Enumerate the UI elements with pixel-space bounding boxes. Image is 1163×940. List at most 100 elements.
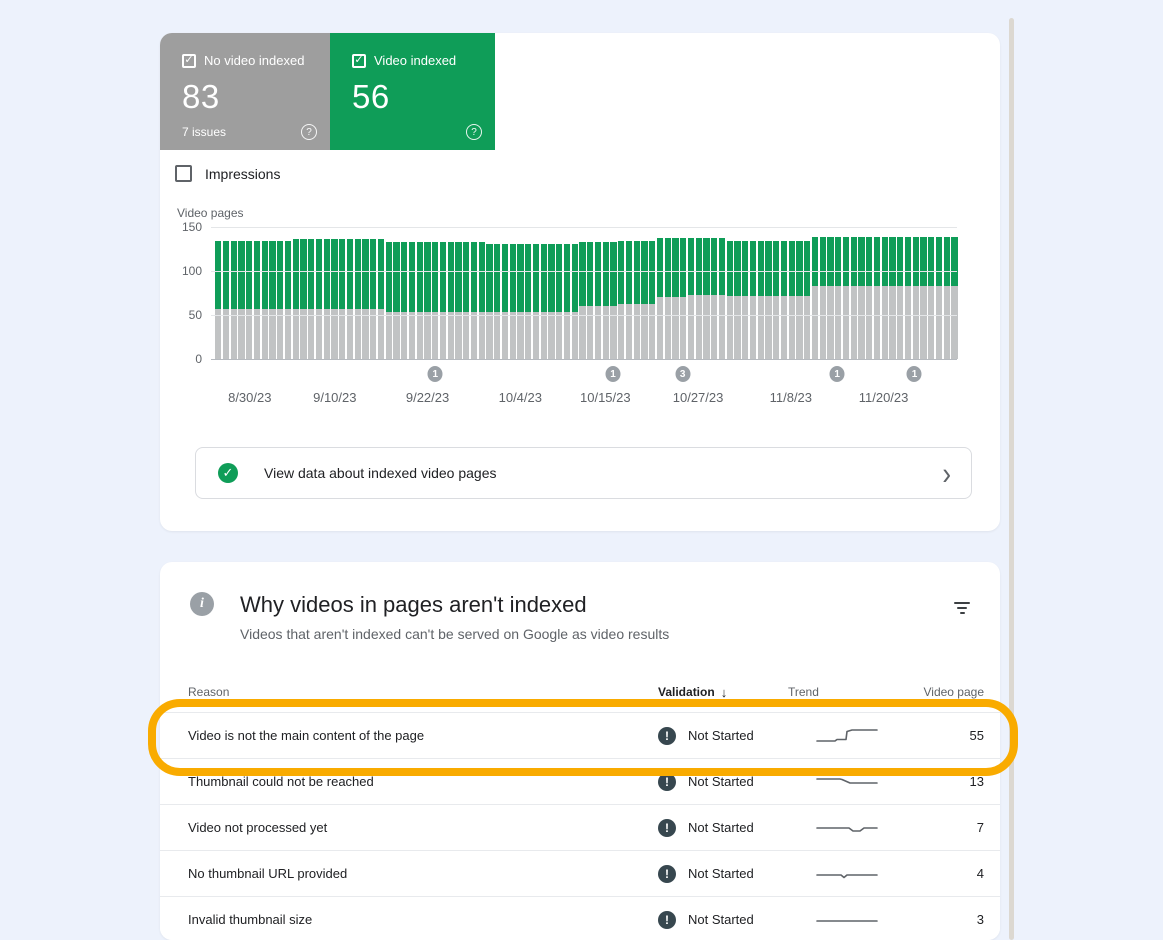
validation-status: Not Started: [688, 728, 754, 743]
not-indexed-segment: [835, 286, 841, 359]
indexed-segment: [285, 241, 291, 309]
indexed-segment: [238, 241, 244, 309]
day-bar: [688, 227, 694, 359]
day-bar: [331, 227, 337, 359]
indexed-segment: [393, 242, 399, 312]
day-bar: [347, 227, 353, 359]
not-indexed-segment: [936, 286, 942, 359]
impressions-toggle[interactable]: Impressions: [175, 165, 280, 182]
issue-row[interactable]: Video is not the main content of the pag…: [160, 712, 1000, 758]
indexed-segment: [688, 238, 694, 295]
y-tick-label: 100: [182, 264, 202, 278]
not-indexed-segment: [541, 312, 547, 359]
view-indexed-data-link[interactable]: ✓ View data about indexed video pages ›: [195, 447, 972, 499]
issue-row[interactable]: Thumbnail could not be reached!Not Start…: [160, 758, 1000, 804]
indexed-segment: [479, 242, 485, 312]
indexed-segment: [378, 239, 384, 309]
day-bar: [796, 227, 802, 359]
day-bar: [781, 227, 787, 359]
not-indexed-segment: [680, 297, 686, 359]
not-indexed-segment: [727, 296, 733, 359]
indexed-segment: [641, 241, 647, 303]
day-bar: [587, 227, 593, 359]
not-indexed-segment: [285, 309, 291, 359]
not-indexed-segment: [920, 286, 926, 359]
video-page-count: 55: [906, 728, 988, 743]
day-bar: [254, 227, 260, 359]
not-indexed-segment: [889, 286, 895, 359]
day-bar: [432, 227, 438, 359]
annotation-marker[interactable]: 3: [675, 366, 690, 382]
checkbox-checked-icon[interactable]: ✓: [182, 54, 196, 68]
day-bar: [951, 227, 957, 359]
column-header-reason[interactable]: Reason: [188, 685, 658, 699]
not-indexed-segment: [928, 286, 934, 359]
indexed-segment: [827, 237, 833, 286]
video-page-count: 7: [906, 820, 988, 835]
indexed-segment: [742, 241, 748, 296]
indexed-segment: [951, 237, 957, 286]
day-bar: [820, 227, 826, 359]
tile-video-indexed[interactable]: ✓ Video indexed 56 ?: [330, 33, 495, 150]
section-header: i Why videos in pages aren't indexed Vid…: [160, 562, 1000, 642]
not-indexed-segment: [324, 309, 330, 359]
sort-descending-icon: ↓: [721, 685, 728, 700]
indexed-segment: [928, 237, 934, 286]
indexed-segment: [370, 239, 376, 309]
day-bar: [913, 227, 919, 359]
issue-row[interactable]: Invalid thumbnail size!Not Started3: [160, 896, 1000, 940]
video-page-count: 13: [906, 774, 988, 789]
tile-no-video-indexed[interactable]: ✓ No video indexed 83 7 issues ?: [160, 33, 330, 150]
issue-row[interactable]: No thumbnail URL provided!Not Started4: [160, 850, 1000, 896]
annotation-marker[interactable]: 1: [606, 366, 621, 382]
day-bar: [626, 227, 632, 359]
day-bar: [378, 227, 384, 359]
day-bar: [874, 227, 880, 359]
indexed-segment: [649, 241, 655, 303]
column-header-video-page[interactable]: Video page: [906, 685, 988, 699]
chart-plot-area: 150100500113118/30/239/10/239/22/2310/4/…: [215, 227, 957, 359]
column-header-trend[interactable]: Trend: [788, 685, 906, 699]
checkbox-unchecked-icon[interactable]: [175, 165, 192, 182]
not-indexed-segment: [300, 309, 306, 359]
day-bar: [719, 227, 725, 359]
annotation-marker[interactable]: 1: [428, 366, 443, 382]
indexed-segment: [804, 241, 810, 296]
day-bar: [595, 227, 601, 359]
day-bar: [858, 227, 864, 359]
day-bar: [556, 227, 562, 359]
day-bar: [231, 227, 237, 359]
chevron-right-icon[interactable]: ›: [942, 457, 951, 488]
not-indexed-segment: [913, 286, 919, 359]
checkbox-checked-icon[interactable]: ✓: [352, 54, 366, 68]
not-indexed-segment: [734, 296, 740, 359]
day-bar: [440, 227, 446, 359]
help-icon[interactable]: ?: [301, 124, 317, 140]
help-icon[interactable]: ?: [466, 124, 482, 140]
day-bar: [517, 227, 523, 359]
day-bar: [843, 227, 849, 359]
day-bar: [471, 227, 477, 359]
issue-row[interactable]: Video not processed yet!Not Started7: [160, 804, 1000, 850]
day-bar: [548, 227, 554, 359]
issue-reason: Invalid thumbnail size: [188, 912, 658, 927]
day-bar: [308, 227, 314, 359]
not-indexed-segment: [401, 312, 407, 359]
indexed-segment: [920, 237, 926, 286]
indexed-segment: [680, 238, 686, 296]
column-header-validation[interactable]: Validation ↓: [658, 685, 788, 700]
indexed-segment: [223, 241, 229, 309]
day-bar: [672, 227, 678, 359]
indexed-segment: [796, 241, 802, 296]
annotation-marker[interactable]: 1: [830, 366, 845, 382]
day-bar: [564, 227, 570, 359]
not-indexed-segment: [897, 286, 903, 359]
indexed-segment: [300, 239, 306, 309]
indexed-segment: [541, 244, 547, 313]
indexed-segment: [564, 244, 570, 313]
day-bar: [703, 227, 709, 359]
filter-list-icon[interactable]: [950, 596, 974, 620]
not-indexed-segment: [510, 312, 516, 359]
annotation-marker[interactable]: 1: [907, 366, 922, 382]
vertical-scrollbar[interactable]: [1009, 18, 1014, 940]
